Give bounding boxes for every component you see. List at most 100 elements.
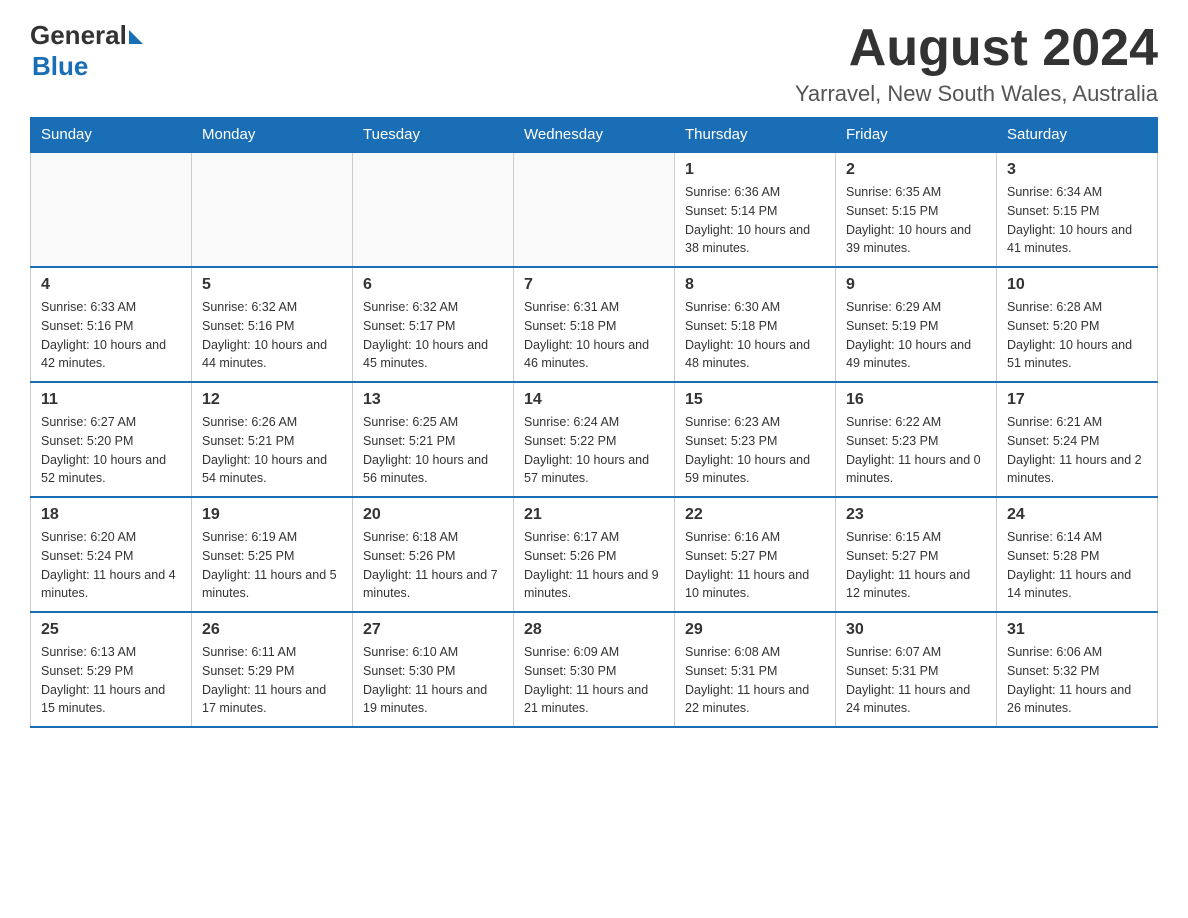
calendar-week-row: 1 Sunrise: 6:36 AMSunset: 5:14 PMDaylight…	[31, 152, 1158, 267]
calendar-week-row: 25 Sunrise: 6:13 AMSunset: 5:29 PMDayligh…	[31, 612, 1158, 727]
day-info: Sunrise: 6:26 AMSunset: 5:21 PMDaylight:…	[202, 413, 342, 488]
day-info: Sunrise: 6:11 AMSunset: 5:29 PMDaylight:…	[202, 643, 342, 718]
day-number: 4	[41, 276, 181, 294]
day-number: 29	[685, 621, 825, 639]
day-info: Sunrise: 6:06 AMSunset: 5:32 PMDaylight:…	[1007, 643, 1147, 718]
day-number: 11	[41, 391, 181, 409]
day-info: Sunrise: 6:22 AMSunset: 5:23 PMDaylight:…	[846, 413, 986, 488]
day-number: 3	[1007, 161, 1147, 179]
calendar-cell: 21Sunrise: 6:17 AMSunset: 5:26 PMDayligh…	[514, 497, 675, 612]
calendar-week-row: 11Sunrise: 6:27 AMSunset: 5:20 PMDayligh…	[31, 382, 1158, 497]
logo-blue: Blue	[32, 51, 88, 82]
column-header-saturday: Saturday	[997, 118, 1158, 153]
calendar-cell: 18Sunrise: 6:20 AMSunset: 5:24 PMDayligh…	[31, 497, 192, 612]
column-header-monday: Monday	[192, 118, 353, 153]
day-number: 2	[846, 161, 986, 179]
column-header-thursday: Thursday	[675, 118, 836, 153]
calendar-cell: 10 Sunrise: 6:28 AMSunset: 5:20 PMDayligh…	[997, 267, 1158, 382]
day-number: 13	[363, 391, 503, 409]
logo-triangle-icon	[129, 30, 143, 44]
calendar-week-row: 18Sunrise: 6:20 AMSunset: 5:24 PMDayligh…	[31, 497, 1158, 612]
calendar-cell: 24 Sunrise: 6:14 AMSunset: 5:28 PMDayligh…	[997, 497, 1158, 612]
page-header: General Blue August 2024 Yarravel, New S…	[30, 20, 1158, 107]
day-info: Sunrise: 6:36 AMSunset: 5:14 PMDaylight:…	[685, 183, 825, 258]
calendar-cell: 29 Sunrise: 6:08 AMSunset: 5:31 PMDayligh…	[675, 612, 836, 727]
calendar-cell: 2 Sunrise: 6:35 AMSunset: 5:15 PMDaylight…	[836, 152, 997, 267]
day-number: 27	[363, 621, 503, 639]
column-header-sunday: Sunday	[31, 118, 192, 153]
day-info: Sunrise: 6:25 AMSunset: 5:21 PMDaylight:…	[363, 413, 503, 488]
calendar-cell: 19 Sunrise: 6:19 AMSunset: 5:25 PMDayligh…	[192, 497, 353, 612]
column-header-friday: Friday	[836, 118, 997, 153]
day-info: Sunrise: 6:23 AMSunset: 5:23 PMDaylight:…	[685, 413, 825, 488]
day-number: 22	[685, 506, 825, 524]
calendar-cell: 23Sunrise: 6:15 AMSunset: 5:27 PMDayligh…	[836, 497, 997, 612]
calendar-cell	[514, 152, 675, 267]
day-info: Sunrise: 6:18 AMSunset: 5:26 PMDaylight:…	[363, 528, 503, 603]
logo-general: General	[30, 20, 127, 51]
calendar-cell	[192, 152, 353, 267]
day-number: 15	[685, 391, 825, 409]
calendar-cell: 7 Sunrise: 6:31 AMSunset: 5:18 PMDaylight…	[514, 267, 675, 382]
calendar-cell: 26 Sunrise: 6:11 AMSunset: 5:29 PMDayligh…	[192, 612, 353, 727]
day-number: 10	[1007, 276, 1147, 294]
day-info: Sunrise: 6:29 AMSunset: 5:19 PMDaylight:…	[846, 298, 986, 373]
calendar-cell: 5 Sunrise: 6:32 AMSunset: 5:16 PMDaylight…	[192, 267, 353, 382]
calendar-cell: 3 Sunrise: 6:34 AMSunset: 5:15 PMDaylight…	[997, 152, 1158, 267]
day-info: Sunrise: 6:35 AMSunset: 5:15 PMDaylight:…	[846, 183, 986, 258]
day-number: 20	[363, 506, 503, 524]
day-number: 9	[846, 276, 986, 294]
day-info: Sunrise: 6:28 AMSunset: 5:20 PMDaylight:…	[1007, 298, 1147, 373]
day-number: 23	[846, 506, 986, 524]
day-number: 21	[524, 506, 664, 524]
calendar-cell: 4 Sunrise: 6:33 AMSunset: 5:16 PMDaylight…	[31, 267, 192, 382]
day-number: 16	[846, 391, 986, 409]
calendar-cell: 20 Sunrise: 6:18 AMSunset: 5:26 PMDayligh…	[353, 497, 514, 612]
day-number: 5	[202, 276, 342, 294]
day-info: Sunrise: 6:24 AMSunset: 5:22 PMDaylight:…	[524, 413, 664, 488]
day-number: 18	[41, 506, 181, 524]
calendar-cell: 12Sunrise: 6:26 AMSunset: 5:21 PMDayligh…	[192, 382, 353, 497]
day-info: Sunrise: 6:13 AMSunset: 5:29 PMDaylight:…	[41, 643, 181, 718]
day-info: Sunrise: 6:16 AMSunset: 5:27 PMDaylight:…	[685, 528, 825, 603]
day-info: Sunrise: 6:33 AMSunset: 5:16 PMDaylight:…	[41, 298, 181, 373]
month-title: August 2024	[795, 20, 1158, 77]
column-header-tuesday: Tuesday	[353, 118, 514, 153]
day-number: 17	[1007, 391, 1147, 409]
calendar-cell	[31, 152, 192, 267]
day-number: 26	[202, 621, 342, 639]
calendar-header-row: SundayMondayTuesdayWednesdayThursdayFrid…	[31, 118, 1158, 153]
day-info: Sunrise: 6:32 AMSunset: 5:17 PMDaylight:…	[363, 298, 503, 373]
day-number: 25	[41, 621, 181, 639]
day-number: 31	[1007, 621, 1147, 639]
day-info: Sunrise: 6:10 AMSunset: 5:30 PMDaylight:…	[363, 643, 503, 718]
day-number: 28	[524, 621, 664, 639]
location-subtitle: Yarravel, New South Wales, Australia	[795, 81, 1158, 107]
calendar-table: SundayMondayTuesdayWednesdayThursdayFrid…	[30, 117, 1158, 728]
calendar-cell	[353, 152, 514, 267]
calendar-cell: 31 Sunrise: 6:06 AMSunset: 5:32 PMDayligh…	[997, 612, 1158, 727]
calendar-cell: 14Sunrise: 6:24 AMSunset: 5:22 PMDayligh…	[514, 382, 675, 497]
calendar-cell: 28Sunrise: 6:09 AMSunset: 5:30 PMDayligh…	[514, 612, 675, 727]
day-number: 24	[1007, 506, 1147, 524]
day-number: 30	[846, 621, 986, 639]
column-header-wednesday: Wednesday	[514, 118, 675, 153]
calendar-cell: 13 Sunrise: 6:25 AMSunset: 5:21 PMDayligh…	[353, 382, 514, 497]
day-number: 19	[202, 506, 342, 524]
calendar-cell: 25 Sunrise: 6:13 AMSunset: 5:29 PMDayligh…	[31, 612, 192, 727]
day-info: Sunrise: 6:34 AMSunset: 5:15 PMDaylight:…	[1007, 183, 1147, 258]
day-number: 7	[524, 276, 664, 294]
day-info: Sunrise: 6:30 AMSunset: 5:18 PMDaylight:…	[685, 298, 825, 373]
calendar-cell: 11Sunrise: 6:27 AMSunset: 5:20 PMDayligh…	[31, 382, 192, 497]
calendar-week-row: 4 Sunrise: 6:33 AMSunset: 5:16 PMDaylight…	[31, 267, 1158, 382]
calendar-cell: 27 Sunrise: 6:10 AMSunset: 5:30 PMDayligh…	[353, 612, 514, 727]
day-info: Sunrise: 6:32 AMSunset: 5:16 PMDaylight:…	[202, 298, 342, 373]
day-info: Sunrise: 6:19 AMSunset: 5:25 PMDaylight:…	[202, 528, 342, 603]
day-info: Sunrise: 6:08 AMSunset: 5:31 PMDaylight:…	[685, 643, 825, 718]
day-number: 1	[685, 161, 825, 179]
day-info: Sunrise: 6:14 AMSunset: 5:28 PMDaylight:…	[1007, 528, 1147, 603]
calendar-cell: 8Sunrise: 6:30 AMSunset: 5:18 PMDaylight…	[675, 267, 836, 382]
calendar-cell: 17Sunrise: 6:21 AMSunset: 5:24 PMDayligh…	[997, 382, 1158, 497]
day-info: Sunrise: 6:31 AMSunset: 5:18 PMDaylight:…	[524, 298, 664, 373]
calendar-cell: 1 Sunrise: 6:36 AMSunset: 5:14 PMDaylight…	[675, 152, 836, 267]
